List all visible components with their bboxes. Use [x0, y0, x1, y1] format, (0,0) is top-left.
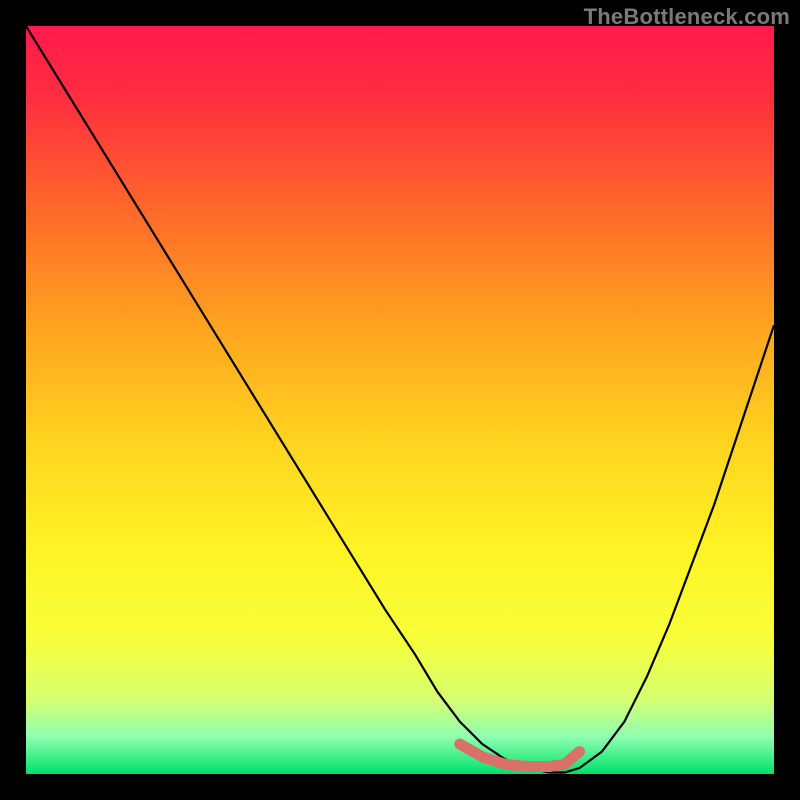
- plot-area: [26, 26, 774, 774]
- chart-svg: [26, 26, 774, 774]
- chart-frame: TheBottleneck.com: [0, 0, 800, 800]
- watermark-text: TheBottleneck.com: [584, 4, 790, 30]
- gradient-background: [26, 26, 774, 774]
